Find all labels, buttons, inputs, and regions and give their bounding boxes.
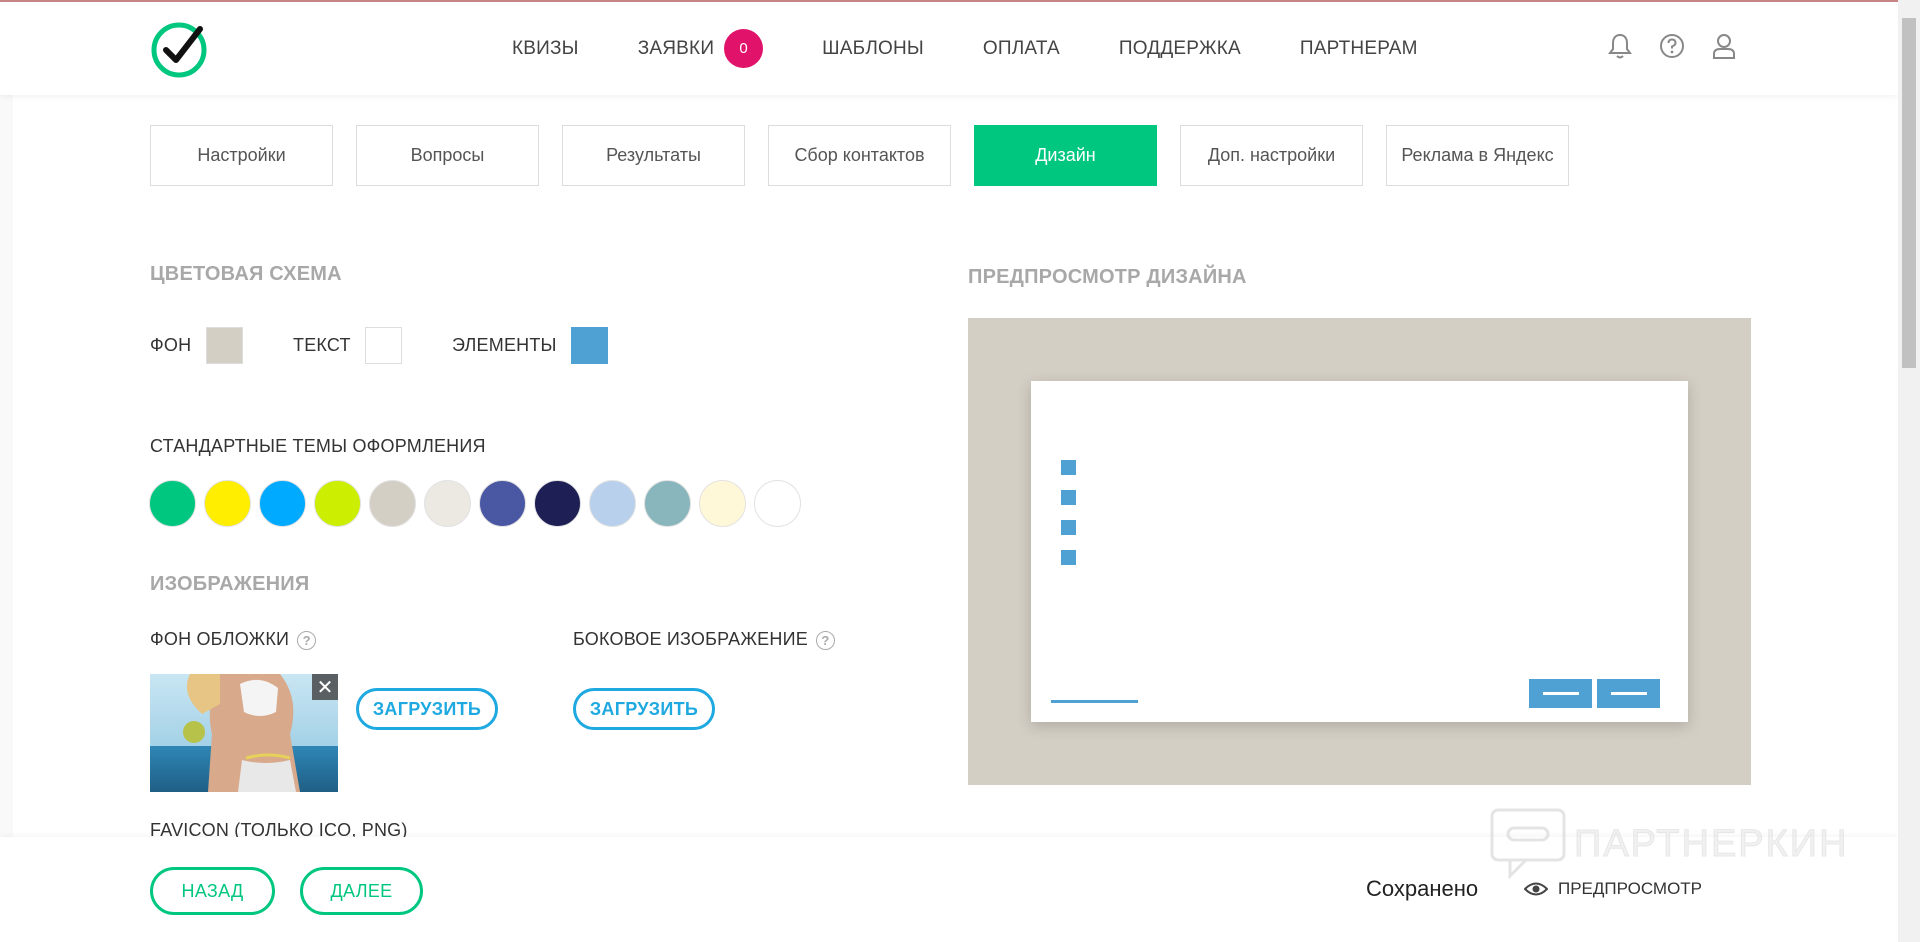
preview-option-bullet: [1061, 490, 1076, 505]
upload-side-image-button[interactable]: ЗАГРУЗИТЬ: [573, 688, 715, 730]
elements-color-label: ЭЛЕМЕНТЫ: [452, 335, 557, 355]
bg-color-swatch[interactable]: [206, 327, 243, 364]
preview-option-bullet: [1061, 460, 1076, 475]
tab-results[interactable]: Результаты: [562, 125, 745, 186]
side-image-label: БОКОВОЕ ИЗОБРАЖЕНИЕ?: [573, 629, 835, 650]
cover-bg-label: ФОН ОБЛОЖКИ?: [150, 629, 317, 650]
tab-design[interactable]: Дизайн: [974, 125, 1157, 186]
elements-color-swatch[interactable]: [571, 327, 608, 364]
nav-partners[interactable]: ПАРТНЕРАМ: [1300, 38, 1418, 60]
logo-check-icon: [151, 22, 207, 78]
cover-photo-image: [150, 674, 338, 792]
theme-color-option[interactable]: [369, 480, 416, 527]
nav-quizzes[interactable]: КВИЗЫ: [512, 38, 579, 60]
help-icon[interactable]: ?: [297, 630, 317, 650]
cover-image-thumbnail: ✕: [150, 674, 338, 792]
theme-color-option[interactable]: [699, 480, 746, 527]
next-button[interactable]: ДАЛЕЕ: [300, 867, 423, 915]
preview-card: [1031, 381, 1688, 722]
themes-title: СТАНДАРТНЫЕ ТЕМЫ ОФОРМЛЕНИЯ: [150, 436, 486, 456]
tab-contacts[interactable]: Сбор контактов: [768, 125, 951, 186]
help-icon[interactable]: ?: [815, 630, 835, 650]
theme-palette: [149, 480, 809, 527]
design-preview: [968, 318, 1751, 785]
upload-cover-button[interactable]: ЗАГРУЗИТЬ: [356, 688, 498, 730]
nav-payment[interactable]: ОПЛАТА: [983, 38, 1060, 60]
watermark: ПАРТНЕРКИН: [1490, 808, 1849, 880]
preview-next-button: [1597, 679, 1660, 708]
main-nav: КВИЗЫ ЗАЯВКИ 0 ШАБЛОНЫ ОПЛАТА ПОДДЕРЖКА П…: [512, 2, 1477, 95]
theme-color-option[interactable]: [424, 480, 471, 527]
theme-color-option[interactable]: [204, 480, 251, 527]
design-preview-title: ПРЕДПРОСМОТР ДИЗАЙНА: [968, 266, 1247, 288]
preview-option-bullet: [1061, 550, 1076, 565]
header: КВИЗЫ ЗАЯВКИ 0 ШАБЛОНЫ ОПЛАТА ПОДДЕРЖКА П…: [0, 2, 1898, 95]
tab-questions[interactable]: Вопросы: [356, 125, 539, 186]
logo[interactable]: [150, 21, 208, 79]
back-button[interactable]: НАЗАД: [150, 867, 275, 915]
nav-requests[interactable]: ЗАЯВКИ 0: [638, 29, 764, 68]
nav-templates[interactable]: ШАБЛОНЫ: [822, 38, 924, 60]
images-title: ИЗОБРАЖЕНИЯ: [150, 573, 310, 595]
help-icon[interactable]: [1656, 30, 1688, 62]
preview-option-bullet: [1061, 520, 1076, 535]
theme-color-option[interactable]: [754, 480, 801, 527]
eye-icon: [1524, 882, 1548, 896]
tab-yandex-ads[interactable]: Реклама в Яндекс: [1386, 125, 1569, 186]
remove-cover-button[interactable]: ✕: [312, 674, 338, 700]
design-settings-panel: Настройки Вопросы Результаты Сбор контак…: [13, 95, 1898, 840]
preview-button[interactable]: ПРЕДПРОСМОТР: [1524, 879, 1702, 899]
nav-support[interactable]: ПОДДЕРЖКА: [1119, 38, 1241, 60]
tab-extra-settings[interactable]: Доп. настройки: [1180, 125, 1363, 186]
preview-prev-button: [1529, 679, 1592, 708]
color-scheme-title: ЦВЕТОВАЯ СХЕМА: [150, 263, 342, 285]
watermark-logo-icon: [1490, 808, 1566, 880]
theme-color-option[interactable]: [149, 480, 196, 527]
user-icon[interactable]: [1708, 30, 1740, 62]
text-color-label: ТЕКСТ: [293, 335, 351, 355]
theme-color-option[interactable]: [259, 480, 306, 527]
theme-color-option[interactable]: [534, 480, 581, 527]
bell-icon[interactable]: [1604, 30, 1636, 62]
page-scrollbar[interactable]: [1898, 0, 1920, 942]
theme-color-option[interactable]: [589, 480, 636, 527]
editor-tabs: Настройки Вопросы Результаты Сбор контак…: [150, 125, 1592, 186]
theme-color-option[interactable]: [314, 480, 361, 527]
scrollbar-thumb[interactable]: [1902, 18, 1916, 368]
save-status: Сохранено: [1366, 876, 1479, 901]
theme-color-option[interactable]: [644, 480, 691, 527]
requests-count-badge: 0: [724, 29, 764, 68]
preview-progress-line: [1051, 700, 1138, 703]
header-icons: [1584, 30, 1740, 62]
tab-settings[interactable]: Настройки: [150, 125, 333, 186]
theme-color-option[interactable]: [479, 480, 526, 527]
text-color-swatch[interactable]: [365, 327, 402, 364]
bg-color-label: ФОН: [150, 335, 192, 355]
